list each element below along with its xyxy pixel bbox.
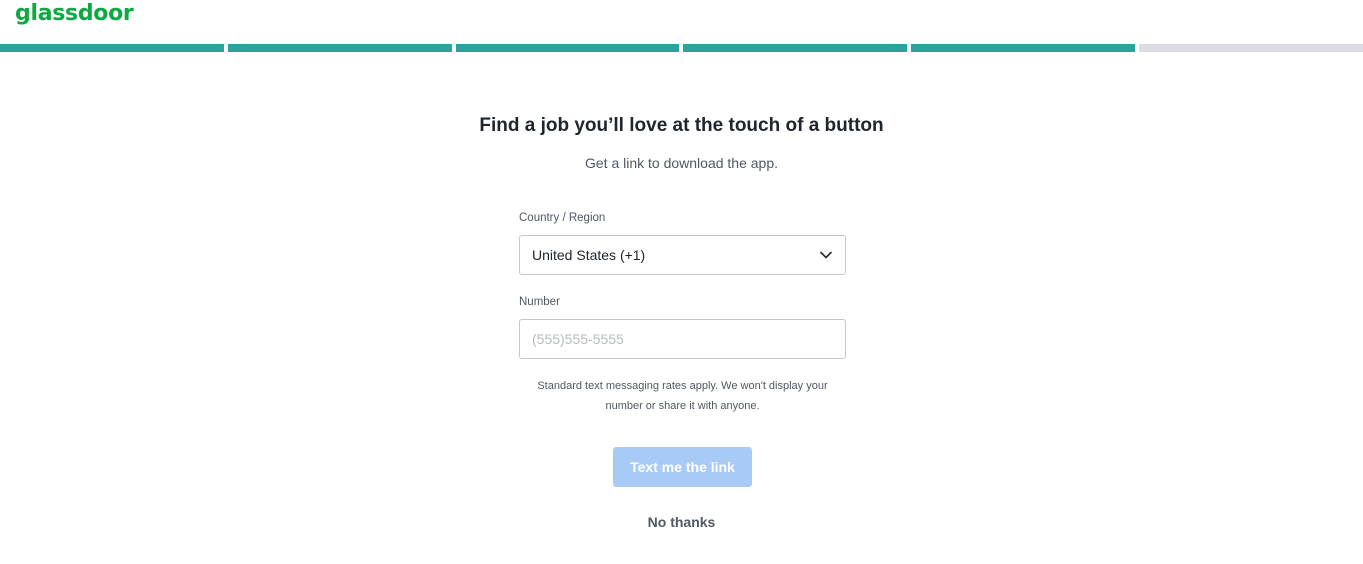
progress-step-4	[683, 44, 908, 52]
progress-step-5	[911, 44, 1136, 52]
number-label: Number	[519, 296, 560, 308]
sms-disclaimer: Standard text messaging rates apply. We …	[537, 380, 828, 412]
country-region-select[interactable]: United States (+1)	[519, 235, 846, 275]
step-progress-bar	[0, 44, 1363, 52]
no-thanks-link[interactable]: No thanks	[0, 514, 1363, 530]
progress-step-1	[0, 44, 224, 52]
progress-step-2	[227, 44, 452, 52]
country-region-label: Country / Region	[519, 212, 606, 224]
progress-step-3	[455, 44, 680, 52]
glassdoor-logo[interactable]: glassdoor	[15, 1, 134, 26]
page-subtitle: Get a link to download the app.	[584, 155, 779, 171]
progress-step-6	[1139, 44, 1363, 52]
text-me-the-link-button[interactable]: Text me the link	[613, 447, 752, 487]
country-region-value: United States (+1)	[532, 247, 646, 263]
page-title: Find a job you’ll love at the touch of a…	[479, 115, 884, 136]
chevron-down-icon	[819, 248, 833, 262]
phone-number-input[interactable]	[519, 319, 846, 359]
